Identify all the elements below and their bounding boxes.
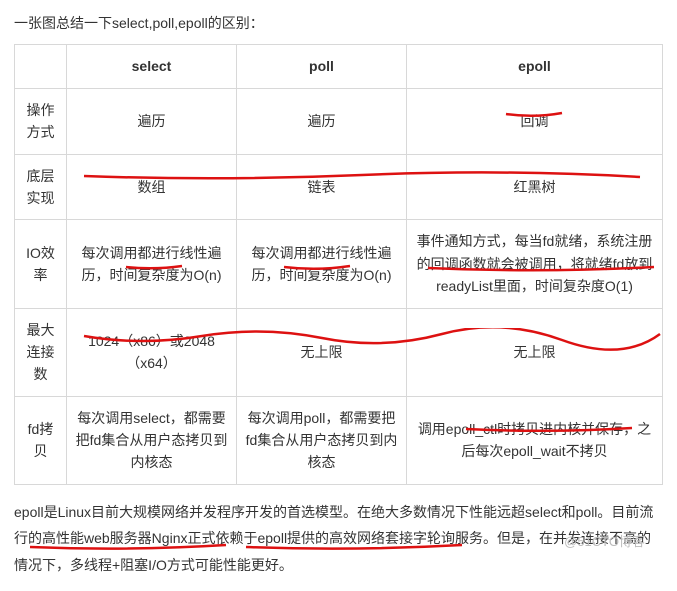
row-label: IO效率 [15, 220, 67, 308]
comparison-table: select poll epoll 操作方式 遍历 遍历 回调 底层实现 数组 … [14, 44, 663, 484]
table-row: IO效率 每次调用都进行线性遍历，时间复杂度为O(n) 每次调用都进行线性遍历，… [15, 220, 663, 308]
row-label: 底层实现 [15, 154, 67, 220]
table-row: 操作方式 遍历 遍历 回调 [15, 88, 663, 154]
cell: 无上限 [407, 308, 663, 396]
header-poll: poll [237, 45, 407, 88]
cell: 1024（x86）或2048（x64） [67, 308, 237, 396]
header-select: select [67, 45, 237, 88]
cell: 遍历 [237, 88, 407, 154]
header-blank [15, 45, 67, 88]
table-row: 最大连接数 1024（x86）或2048（x64） 无上限 无上限 [15, 308, 663, 396]
cell: 红黑树 [407, 154, 663, 220]
cell: 调用epoll_ctl时拷贝进内核并保存，之后每次epoll_wait不拷贝 [407, 396, 663, 484]
cell: 回调 [407, 88, 663, 154]
table-header-row: select poll epoll [15, 45, 663, 88]
cell: 数组 [67, 154, 237, 220]
cell: 遍历 [67, 88, 237, 154]
cell: 每次调用select，都需要把fd集合从用户态拷贝到内核态 [67, 396, 237, 484]
row-label: fd拷贝 [15, 396, 67, 484]
cell: 事件通知方式，每当fd就绪，系统注册的回调函数就会被调用，将就绪fd放到read… [407, 220, 663, 308]
intro-text: 一张图总结一下select,poll,epoll的区别： [14, 12, 663, 34]
cell: 每次调用poll，都需要把fd集合从用户态拷贝到内核态 [237, 396, 407, 484]
row-label: 最大连接数 [15, 308, 67, 396]
summary-paragraph: epoll是Linux目前大规模网络并发程序开发的首选模型。在绝大多数情况下性能… [14, 499, 663, 579]
table-row: 底层实现 数组 链表 红黑树 [15, 154, 663, 220]
cell: 每次调用都进行线性遍历，时间复杂度为O(n) [237, 220, 407, 308]
cell: 无上限 [237, 308, 407, 396]
header-epoll: epoll [407, 45, 663, 88]
cell: 链表 [237, 154, 407, 220]
cell: 每次调用都进行线性遍历，时间复杂度为O(n) [67, 220, 237, 308]
table-row: fd拷贝 每次调用select，都需要把fd集合从用户态拷贝到内核态 每次调用p… [15, 396, 663, 484]
row-label: 操作方式 [15, 88, 67, 154]
